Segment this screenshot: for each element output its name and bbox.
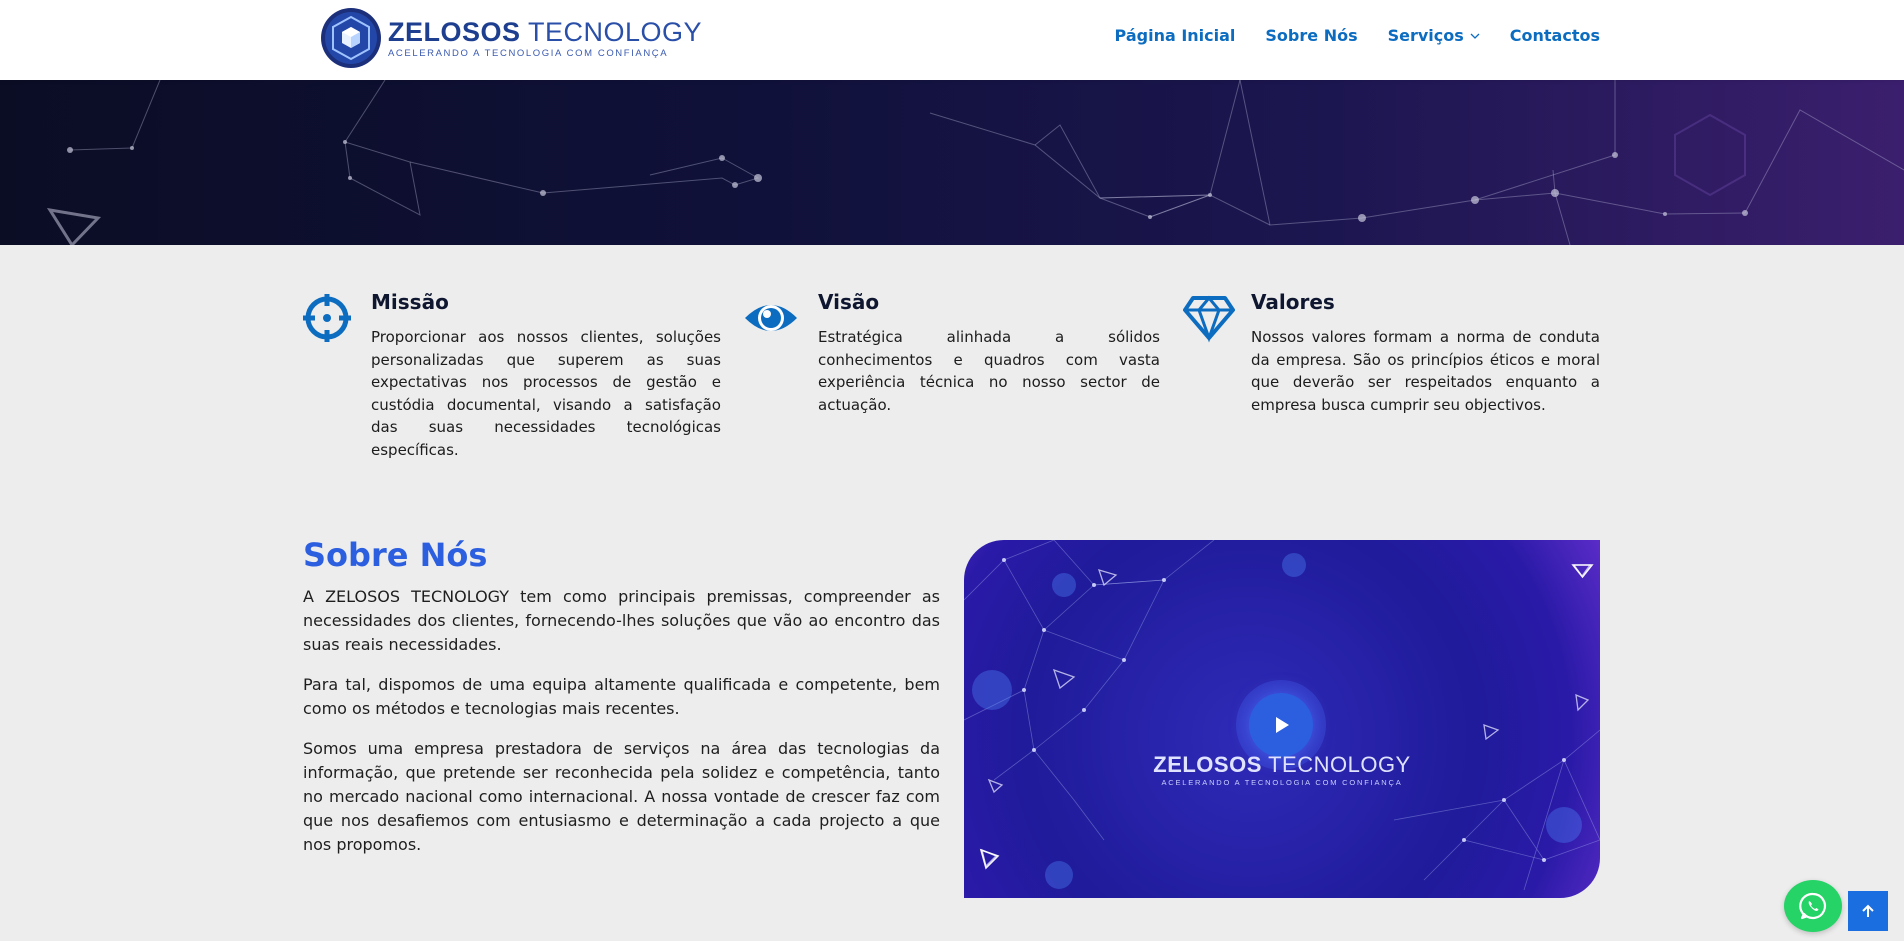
feature-title: Visão bbox=[818, 290, 880, 314]
feature-title: Missão bbox=[371, 290, 449, 314]
nav-link-contacts[interactable]: Contactos bbox=[1510, 26, 1600, 45]
video-brand-name: ZELOSOS TECNOLOGY bbox=[1153, 752, 1411, 777]
whatsapp-button[interactable] bbox=[1784, 880, 1842, 932]
brand-logo[interactable]: ZELOSOS TECNOLOGY ACELERANDO A TECNOLOGI… bbox=[320, 6, 702, 70]
feature-text: Estratégica alinhada a sólidos conhecime… bbox=[818, 328, 1160, 414]
play-icon bbox=[1276, 717, 1289, 733]
video-player[interactable]: ZELOSOS TECNOLOGY ACELERANDO A TECNOLOGI… bbox=[964, 540, 1600, 898]
main-nav: Página Inicial Sobre Nós Serviços Contac… bbox=[1115, 26, 1600, 45]
scroll-top-button[interactable] bbox=[1848, 891, 1888, 931]
video-brand-tagline: ACELERANDO A TECNOLOGIA COM CONFIANÇA bbox=[1161, 778, 1403, 787]
hero-banner bbox=[0, 80, 1904, 245]
whatsapp-icon bbox=[1799, 892, 1827, 920]
feature-title: Valores bbox=[1251, 290, 1335, 314]
about-paragraph: A ZELOSOS TECNOLOGY tem como principais … bbox=[303, 587, 940, 654]
about-paragraph: Para tal, dispomos de uma equipa altamen… bbox=[303, 675, 940, 718]
arrow-up-icon bbox=[1862, 904, 1874, 917]
about-paragraph: Somos uma empresa prestadora de serviços… bbox=[303, 739, 940, 854]
feature-text: Proporcionar aos nossos clientes, soluçõ… bbox=[371, 328, 721, 459]
site-header: ZELOSOS TECNOLOGY ACELERANDO A TECNOLOGI… bbox=[0, 0, 1904, 80]
diamond-icon bbox=[1183, 295, 1235, 343]
feature-text: Nossos valores formam a norma de conduta… bbox=[1251, 328, 1600, 414]
network-pattern-graphic bbox=[46, 80, 1904, 245]
chevron-down-icon bbox=[1470, 33, 1480, 39]
brand-name: ZELOSOS TECNOLOGY bbox=[388, 16, 703, 47]
nav-link-services[interactable]: Serviços bbox=[1388, 26, 1480, 45]
nav-link-about[interactable]: Sobre Nós bbox=[1265, 26, 1357, 45]
about-title: Sobre Nós bbox=[303, 536, 488, 574]
logo-cube-icon bbox=[321, 8, 381, 68]
brand-tagline: ACELERANDO A TECNOLOGIA COM CONFIANÇA bbox=[388, 47, 669, 59]
crosshair-icon bbox=[303, 294, 351, 342]
eye-icon bbox=[745, 305, 797, 331]
nav-link-home[interactable]: Página Inicial bbox=[1115, 26, 1236, 45]
